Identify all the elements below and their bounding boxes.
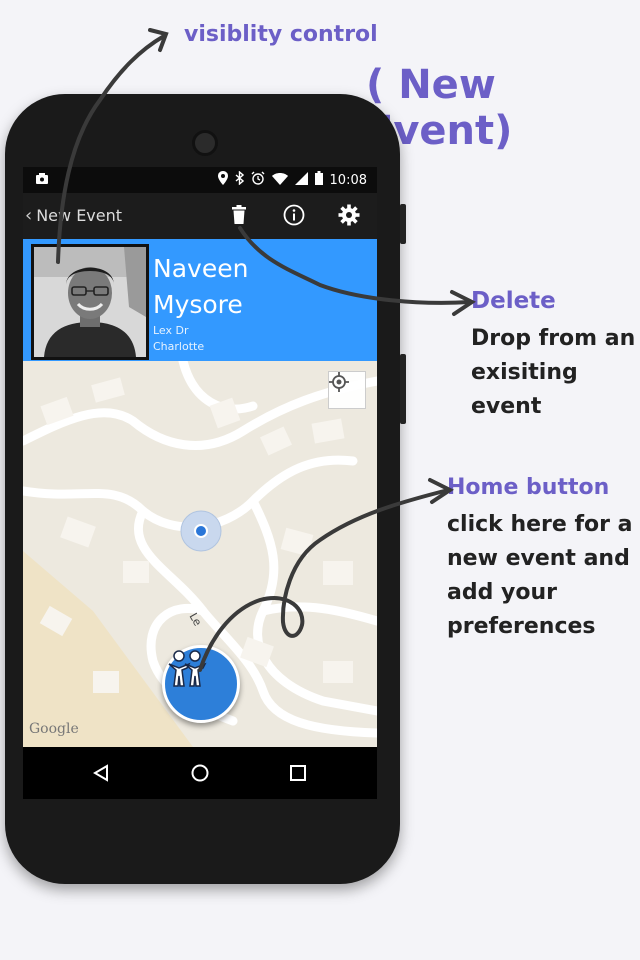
- home-annotation-desc: click here for a new event and add your …: [447, 512, 633, 639]
- delete-annotation-desc: Drop from an exisiting event: [471, 326, 636, 419]
- google-attribution: Google: [29, 721, 79, 737]
- power-button: [400, 204, 406, 244]
- signal-icon: [294, 171, 308, 189]
- alarm-icon: [251, 171, 265, 189]
- profile-address: Lex Dr Charlotte: [153, 323, 204, 355]
- phone-screen: 10:08 ‹ New Event Naveen Mysore Lex Dr C…: [23, 167, 377, 799]
- map-view[interactable]: Le Google: [23, 361, 377, 747]
- new-event-annotation: ( New Event): [366, 62, 513, 154]
- status-time: 10:08: [329, 172, 367, 188]
- first-name: Naveen: [153, 254, 249, 283]
- status-bar: 10:08: [23, 167, 377, 193]
- action-bar: ‹ New Event: [23, 193, 377, 239]
- crosshair-icon: [329, 372, 349, 392]
- nav-back-icon[interactable]: [88, 760, 114, 786]
- location-icon: [217, 171, 228, 189]
- bluetooth-icon: [235, 170, 244, 189]
- info-icon[interactable]: [281, 202, 307, 228]
- my-location-button[interactable]: [328, 371, 366, 409]
- trash-icon[interactable]: [226, 202, 252, 228]
- nav-bar: [23, 747, 377, 799]
- chevron-left-icon: ‹: [25, 205, 33, 226]
- people-icon: [168, 650, 207, 687]
- delete-annotation-title: Delete: [471, 288, 556, 314]
- address-line2: Charlotte: [153, 340, 205, 353]
- address-line1: Lex Dr: [153, 324, 189, 337]
- action-bar-title: New Event: [36, 206, 123, 225]
- visibility-control-annotation: visiblity control: [184, 22, 378, 47]
- notification-icon: [35, 172, 49, 186]
- home-annotation-title: Home button: [447, 475, 610, 500]
- profile-header: Naveen Mysore Lex Dr Charlotte: [23, 239, 377, 361]
- back-button[interactable]: ‹ New Event: [25, 205, 122, 226]
- phone-speaker: [192, 130, 218, 156]
- gear-icon[interactable]: [336, 202, 362, 228]
- avatar[interactable]: [31, 244, 149, 360]
- nav-home-icon[interactable]: [187, 760, 213, 786]
- profile-name: Naveen Mysore: [153, 251, 248, 323]
- home-button[interactable]: [162, 645, 240, 723]
- nav-recents-icon[interactable]: [285, 760, 311, 786]
- last-name: Mysore: [153, 290, 243, 319]
- volume-button: [400, 354, 406, 424]
- battery-icon: [314, 171, 323, 189]
- wifi-icon: [271, 172, 288, 189]
